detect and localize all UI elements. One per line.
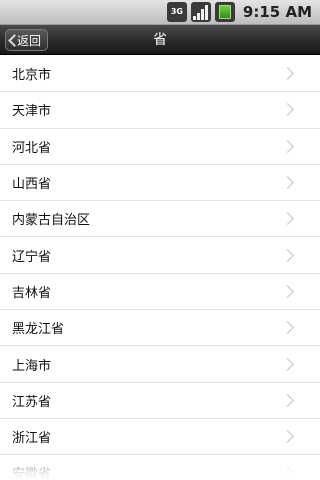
list-item[interactable]: 吉林省: [0, 274, 320, 311]
page-title: 省: [153, 32, 167, 48]
list-item-label: 上海市: [12, 358, 52, 374]
list-item-label: 浙江省: [12, 431, 52, 447]
list-item[interactable]: 北京市: [0, 56, 320, 93]
chevron-right-icon: [281, 139, 294, 153]
back-button[interactable]: 返回: [5, 29, 48, 51]
signal-icon: [190, 2, 211, 22]
list-item[interactable]: 山西省: [0, 165, 320, 202]
list-item-label: 山西省: [12, 177, 52, 193]
list-item-label: 北京市: [12, 68, 52, 84]
list-item[interactable]: 江苏省: [0, 383, 320, 419]
list-item[interactable]: 河北省: [0, 129, 320, 165]
list-item[interactable]: 浙江省: [0, 419, 320, 456]
list-item-label: 吉林省: [12, 285, 52, 301]
chevron-right-icon: [281, 321, 294, 335]
list-item-label: 天津市: [12, 104, 52, 120]
chevron-right-icon: [281, 466, 294, 480]
3g-icon: 3G: [166, 2, 187, 22]
battery-icon: [214, 2, 235, 22]
title-bar: 省 返回: [0, 25, 320, 55]
list-item-label: 辽宁省: [12, 249, 52, 265]
list-item-label: 内蒙古自治区: [12, 213, 91, 229]
chevron-right-icon: [281, 176, 294, 189]
list-item[interactable]: 内蒙古自治区: [0, 201, 320, 238]
list-item-label: 河北省: [12, 140, 52, 156]
chevron-right-icon: [281, 67, 294, 81]
chevron-right-icon: [281, 430, 294, 443]
chevron-right-icon: [281, 393, 294, 407]
list-item-label: 江苏省: [12, 394, 52, 410]
list-item[interactable]: 辽宁省: [0, 237, 320, 274]
chevron-right-icon: [281, 103, 294, 117]
list-item-label: 安徽省: [12, 467, 52, 480]
chevron-right-icon: [281, 285, 294, 298]
network-label: 3G: [170, 7, 183, 16]
list-item[interactable]: 上海市: [0, 346, 320, 383]
list-item-label: 黑龙江省: [12, 322, 65, 338]
list-item[interactable]: 天津市: [0, 92, 320, 129]
chevron-right-icon: [281, 357, 294, 371]
province-list[interactable]: 北京市 天津市 河北省 山西省 内蒙古自治区 辽宁省 吉林省 黑龙江省 上海市 …: [0, 56, 320, 480]
status-time: 9:15 AM: [242, 3, 312, 21]
list-item[interactable]: 安徽省: [0, 455, 320, 480]
chevron-right-icon: [281, 248, 294, 262]
status-bar: 3G 9:15 AM: [0, 0, 320, 25]
list-item[interactable]: 黑龙江省: [0, 310, 320, 347]
chevron-right-icon: [281, 212, 294, 226]
back-button-label: 返回: [17, 33, 42, 48]
